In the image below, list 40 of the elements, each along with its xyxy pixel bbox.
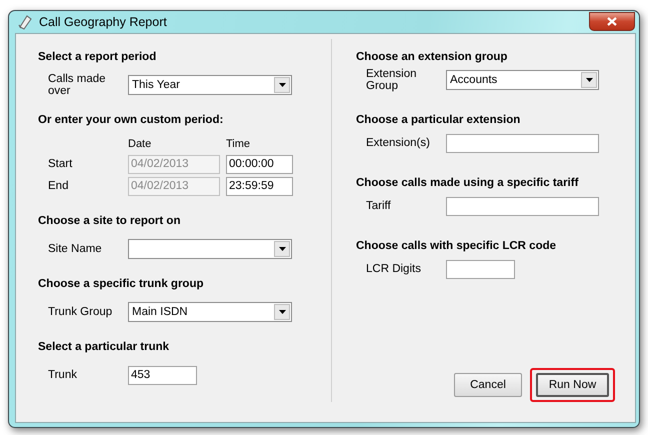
- section-heading: Choose a specific trunk group: [38, 277, 204, 292]
- caret-icon: [278, 247, 286, 251]
- section-heading: Choose a site to report on: [38, 214, 182, 229]
- dropdown[interactable]: [128, 239, 292, 259]
- field-label: Tariff: [365, 200, 392, 212]
- caret-icon: [278, 310, 286, 314]
- dialog-button[interactable]: Cancel: [454, 373, 522, 397]
- time-field[interactable]: 00:00:00: [226, 154, 293, 174]
- section-heading: Choose calls made using a specific tariff: [356, 176, 580, 191]
- field-label: Site Name: [47, 243, 103, 255]
- field-label: Extension Group: [365, 68, 418, 92]
- column-label: Time: [226, 138, 252, 150]
- dropdown[interactable]: Accounts: [446, 70, 599, 90]
- field-label: Start: [47, 158, 74, 170]
- field-label: Calls made over: [47, 73, 107, 97]
- field-label: Trunk: [47, 369, 78, 381]
- time-field[interactable]: 23:59:59: [226, 176, 293, 196]
- input-field[interactable]: [446, 134, 599, 152]
- field-label: Trunk Group: [47, 306, 114, 318]
- column-label: Date: [128, 138, 152, 150]
- field-label: End: [47, 180, 70, 192]
- caret-icon: [278, 83, 286, 87]
- input-field[interactable]: [446, 260, 515, 278]
- window-title: Call Geography Report: [39, 15, 167, 29]
- dialog-button[interactable]: Run Now: [536, 373, 609, 397]
- close-button[interactable]: [589, 12, 635, 31]
- section-heading: Or enter your own custom period:: [38, 113, 224, 128]
- dropdown[interactable]: Main ISDN: [128, 302, 292, 322]
- caret-icon: [586, 78, 592, 82]
- field-label: LCR Digits: [365, 263, 422, 275]
- dropdown[interactable]: This Year: [128, 75, 292, 95]
- section-heading: Choose an extension group: [356, 50, 508, 65]
- section-heading: Select a particular trunk: [38, 340, 170, 355]
- close-icon: [607, 17, 617, 26]
- section-heading: Choose calls with specific LCR code: [356, 239, 558, 254]
- section-heading: Select a report period: [38, 50, 158, 65]
- input-field[interactable]: [446, 196, 599, 216]
- input-field[interactable]: 453: [128, 366, 197, 384]
- field-label: Extension(s): [365, 137, 431, 149]
- section-heading: Choose a particular extension: [356, 113, 522, 128]
